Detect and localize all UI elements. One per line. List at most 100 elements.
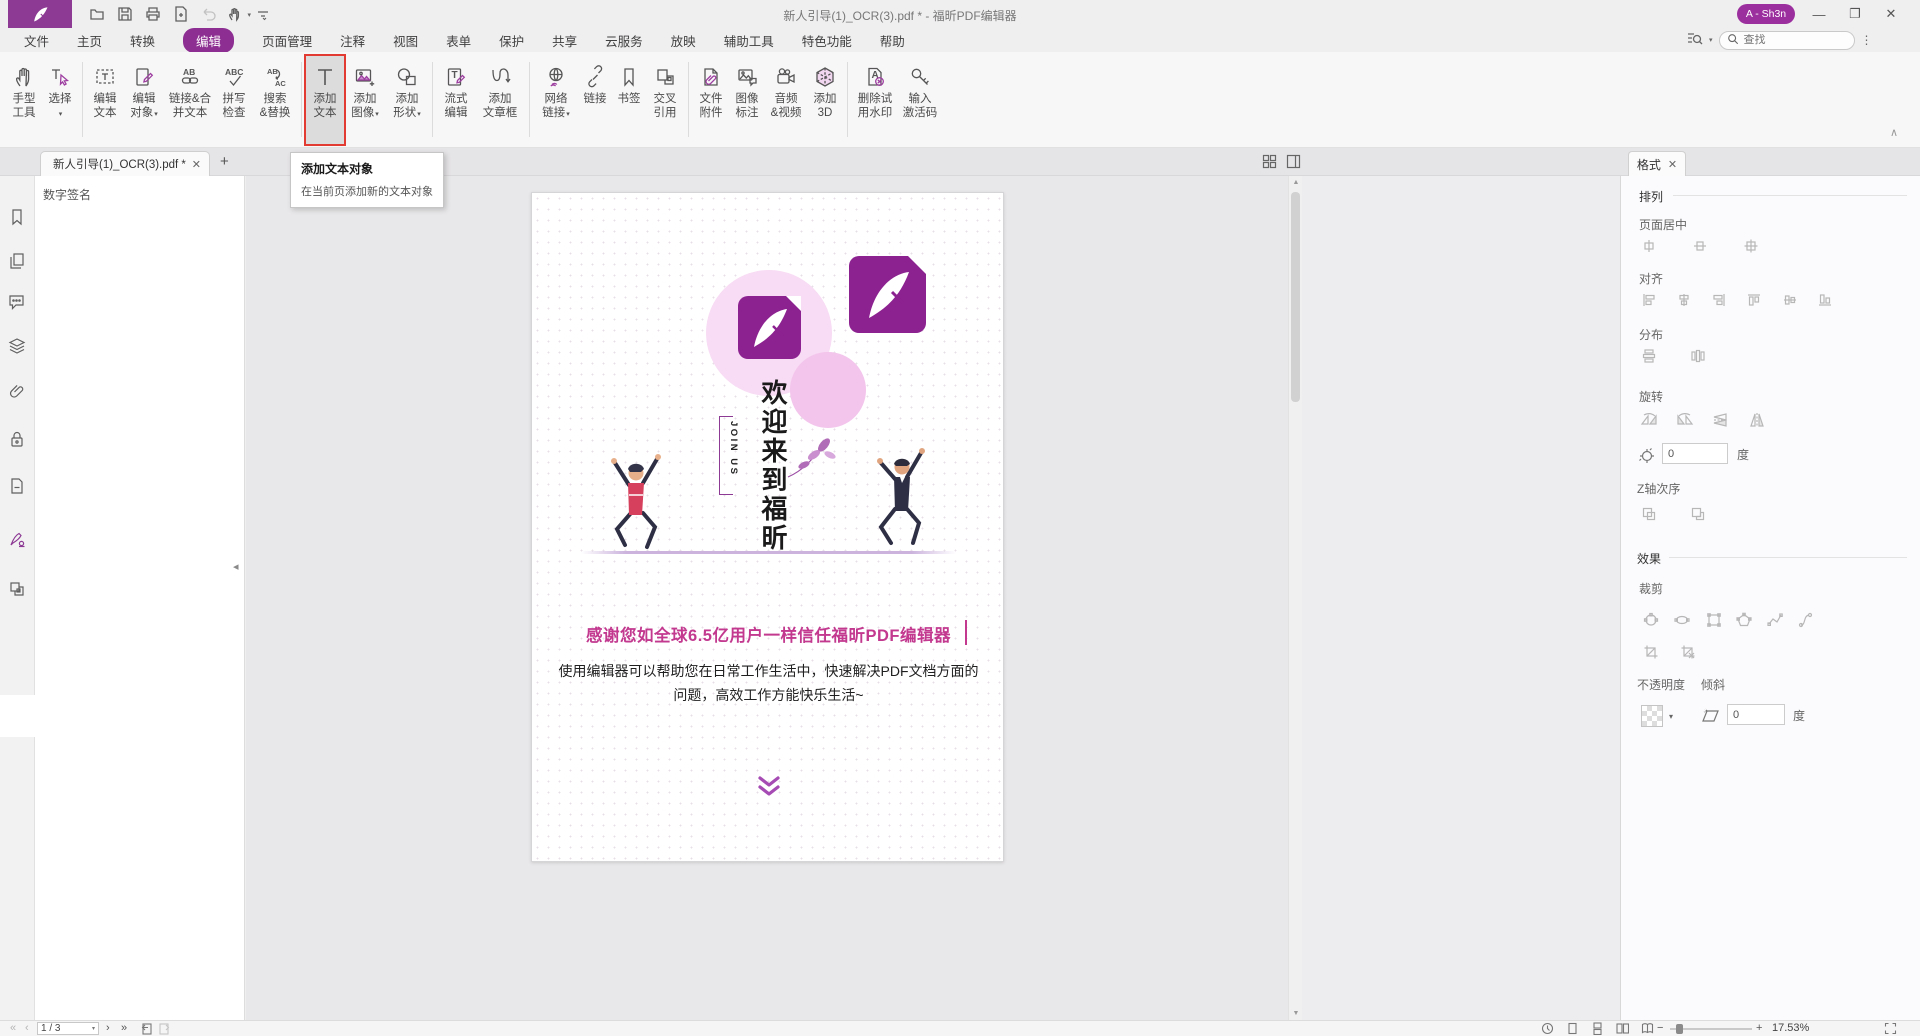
document-tab-close-icon[interactable]: ✕ — [192, 158, 201, 171]
print-button[interactable] — [144, 5, 162, 23]
rotate-right-button[interactable] — [1673, 408, 1697, 432]
align-right-button[interactable] — [1707, 288, 1731, 312]
save-button[interactable] — [116, 5, 134, 23]
center-vertically-button[interactable] — [1688, 234, 1712, 258]
new-tab-button[interactable]: + — [220, 153, 229, 170]
crop-polyline-button[interactable] — [1763, 608, 1787, 632]
center-horizontally-button[interactable] — [1637, 234, 1661, 258]
menu-cloud-service[interactable]: 云服务 — [605, 31, 643, 50]
next-page-button[interactable]: › — [106, 1022, 110, 1034]
ribbon-tool-file-attachment[interactable]: 文件 附件 — [693, 56, 729, 144]
last-page-button[interactable]: » — [121, 1022, 127, 1034]
scrollbar-thumb[interactable] — [1291, 192, 1300, 402]
flip-horizontal-button[interactable] — [1745, 408, 1769, 432]
menu-form[interactable]: 表单 — [446, 31, 471, 50]
sidebar-destinations-icon[interactable] — [7, 476, 29, 498]
scroll-down-arrow[interactable]: ▼ — [1289, 1010, 1303, 1017]
ribbon-tool-audio-video[interactable]: 音频 &视频 — [765, 56, 807, 144]
ribbon-tool-bookmark[interactable]: 书签 — [612, 56, 646, 144]
continuous-view-icon[interactable] — [1591, 1022, 1604, 1036]
sidebar-security-icon[interactable] — [7, 429, 29, 451]
ribbon-tool-add-shape[interactable]: 添加 形状▾ — [386, 56, 428, 144]
opacity-swatch-button[interactable] — [1641, 705, 1663, 727]
format-panel-close-icon[interactable]: ✕ — [1668, 158, 1677, 171]
crop-polygon-button[interactable] — [1732, 608, 1756, 632]
search-list-icon[interactable] — [1686, 30, 1703, 50]
sidebar-comments-icon[interactable] — [7, 292, 29, 314]
document-tab[interactable]: 新人引导(1)_OCR(3).pdf * ✕ — [40, 151, 210, 176]
sidebar-pages-icon[interactable] — [7, 251, 29, 273]
page-number-box[interactable]: 1 / 3 ▾ — [37, 1022, 99, 1035]
edit-object-dropdown-arrow[interactable]: ▾ — [154, 111, 158, 118]
ribbon-tool-flow-edit[interactable]: T 流式 编辑 — [437, 56, 475, 144]
menu-protect[interactable]: 保护 — [499, 31, 524, 50]
ribbon-tool-edit-text[interactable]: 编辑 文本 — [87, 56, 123, 144]
ribbon-tool-select[interactable]: 选择 ▾ — [42, 56, 78, 144]
crop-rectangle-button[interactable] — [1702, 608, 1726, 632]
crop-curve-button[interactable] — [1794, 608, 1818, 632]
collapse-ribbon-icon[interactable]: ∧ — [1890, 126, 1898, 139]
opacity-dropdown-arrow[interactable]: ▾ — [1669, 712, 1673, 721]
menu-accessibility-tools[interactable]: 辅助工具 — [724, 31, 774, 50]
sidebar-attachments-icon[interactable] — [7, 381, 29, 403]
find-input[interactable] — [1744, 34, 1844, 46]
first-page-button[interactable]: « — [10, 1022, 16, 1034]
bring-forward-button[interactable] — [1637, 502, 1661, 526]
align-top-button[interactable] — [1742, 288, 1766, 312]
ribbon-tool-hand[interactable]: 手型 工具 — [6, 56, 42, 144]
align-bottom-button[interactable] — [1813, 288, 1837, 312]
restore-button[interactable]: ❐ — [1842, 5, 1868, 23]
align-vertical-center-button[interactable] — [1778, 288, 1802, 312]
flip-vertical-button[interactable] — [1709, 408, 1733, 432]
rotate-left-button[interactable] — [1637, 408, 1661, 432]
crop-ellipse-button[interactable] — [1670, 608, 1694, 632]
ribbon-tool-image-annotation[interactable]: 图像 标注 — [729, 56, 765, 144]
vertical-scrollbar[interactable]: ▲ ▼ — [1288, 176, 1302, 1020]
foxit-logo-icon[interactable] — [8, 0, 72, 28]
sidebar-layers-icon[interactable] — [7, 336, 29, 358]
grid-view-icon[interactable] — [1262, 154, 1277, 172]
single-page-view-icon[interactable] — [1566, 1022, 1579, 1036]
scroll-up-arrow[interactable]: ▲ — [1289, 179, 1303, 186]
ribbon-tool-add-image[interactable]: 添加 图像▾ — [344, 56, 386, 144]
previous-page-button[interactable]: ‹ — [25, 1022, 29, 1034]
facing-view-icon[interactable] — [1616, 1022, 1629, 1036]
book-view-icon[interactable] — [1641, 1022, 1654, 1036]
ribbon-tool-enter-activation-code[interactable]: 输入 激活码 — [898, 56, 942, 144]
menu-page-management[interactable]: 页面管理 — [262, 31, 312, 50]
zoom-in-button[interactable]: + — [1756, 1022, 1762, 1034]
hand-mode-button[interactable]: ▾ — [226, 5, 244, 23]
menu-comment[interactable]: 注释 — [340, 31, 365, 50]
new-document-button[interactable] — [172, 5, 190, 23]
zoom-slider-thumb[interactable] — [1676, 1024, 1683, 1034]
send-backward-button[interactable] — [1686, 502, 1710, 526]
undo-button[interactable] — [200, 5, 218, 23]
sidebar-digital-signatures-icon[interactable] — [7, 529, 29, 551]
search-mode-dropdown[interactable]: ▾ — [1709, 36, 1713, 44]
next-view-button[interactable] — [158, 1022, 171, 1036]
add-image-dropdown-arrow[interactable]: ▾ — [375, 111, 379, 118]
menu-help[interactable]: 帮助 — [880, 31, 905, 50]
ribbon-tool-link[interactable]: 链接 — [578, 56, 612, 144]
pdf-page[interactable]: JOIN US 欢迎来到福昕 — [531, 192, 1004, 862]
ribbon-tool-edit-object[interactable]: 编辑 对象▾ — [123, 56, 165, 144]
panel-layout-icon[interactable] — [1286, 154, 1301, 172]
menu-convert[interactable]: 转换 — [130, 31, 155, 50]
fullscreen-icon[interactable] — [1884, 1022, 1897, 1036]
menu-special-features[interactable]: 特色功能 — [802, 31, 852, 50]
menu-edit-selected[interactable]: 编辑 — [183, 28, 234, 53]
menu-file[interactable]: 文件 — [24, 31, 49, 50]
add-shape-dropdown-arrow[interactable]: ▾ — [417, 111, 421, 118]
align-horizontal-center-button[interactable] — [1672, 288, 1696, 312]
minimize-button[interactable]: — — [1806, 5, 1832, 23]
crop-remove-button[interactable] — [1676, 640, 1700, 664]
ribbon-tool-web-link[interactable]: 网络 链接▾ — [534, 56, 578, 144]
ribbon-tool-link-merge-text[interactable]: AB 链接&合 并文本 — [165, 56, 215, 144]
ribbon-tool-remove-trial-watermark[interactable]: A 删除试 用水印 — [852, 56, 898, 144]
skew-degree-input[interactable] — [1727, 704, 1785, 725]
center-both-button[interactable] — [1739, 234, 1763, 258]
sidebar-articles-icon[interactable] — [7, 579, 29, 601]
menu-home[interactable]: 主页 — [77, 31, 102, 50]
zoom-out-button[interactable]: − — [1657, 1022, 1663, 1034]
more-options-icon[interactable]: ⋮ — [1861, 33, 1873, 47]
